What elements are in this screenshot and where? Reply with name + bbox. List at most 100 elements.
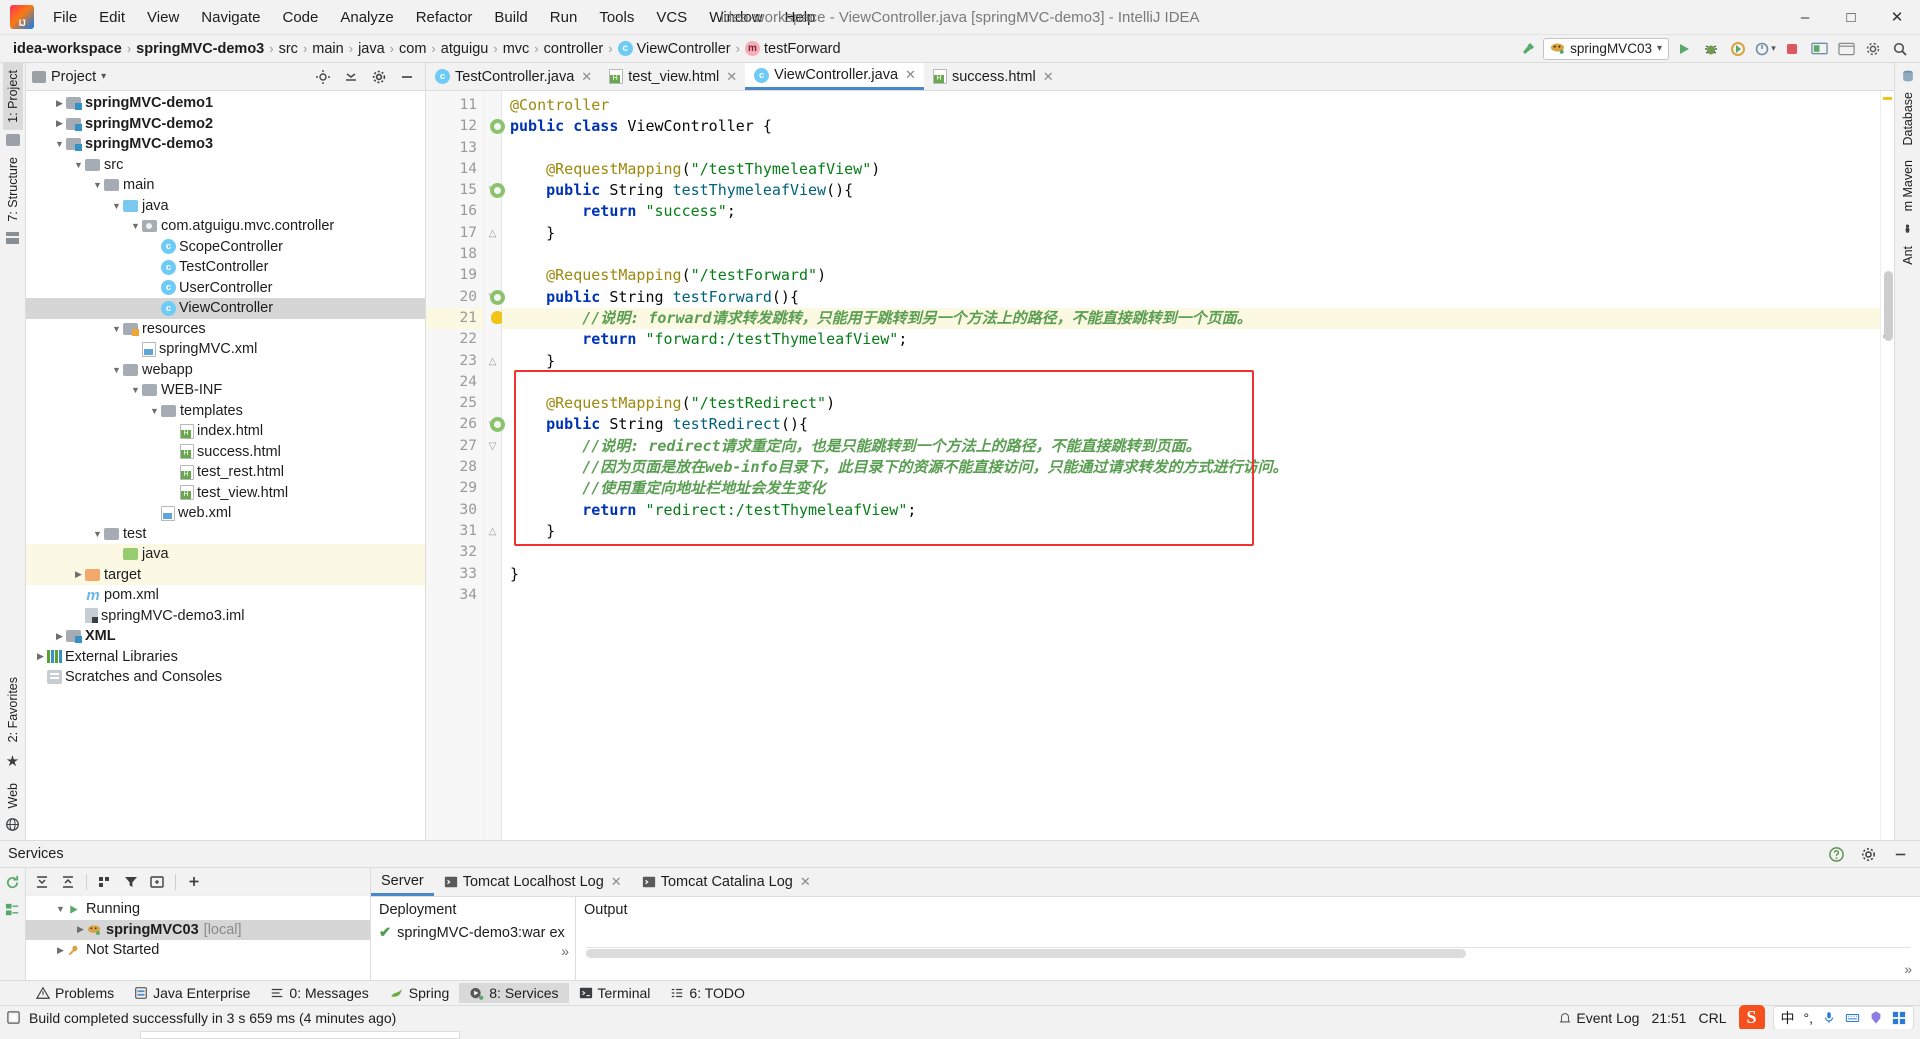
chevron-right-icon[interactable]: ▶ (34, 650, 47, 663)
ime-chinese-icon[interactable]: 中 (1781, 1008, 1795, 1028)
code-line[interactable] (502, 542, 1880, 563)
menu-window[interactable]: Window (698, 6, 773, 29)
code-line[interactable]: @RequestMapping("/testForward") (502, 265, 1880, 286)
breadcrumb-item-src[interactable]: src (276, 40, 301, 58)
breadcrumb-item-com[interactable]: com (396, 40, 429, 58)
output-scrollbar-track[interactable] (586, 947, 1910, 961)
tree-item[interactable]: ▶ springMVC-demo1 (26, 93, 425, 114)
breadcrumb-item-controller[interactable]: controller (541, 40, 607, 58)
tree-item[interactable]: ▼ test (26, 524, 425, 545)
tool-window-button[interactable]: 8: Services (459, 983, 569, 1003)
tree-item[interactable]: ▼ com.atguigu.mvc.controller (26, 216, 425, 237)
mic-icon[interactable] (1822, 1010, 1836, 1025)
tree-item[interactable]: ▼ templates (26, 401, 425, 422)
deployment-expand-chevron[interactable]: » (371, 943, 575, 959)
filter-icon[interactable] (123, 874, 139, 890)
menu-analyze[interactable]: Analyze (329, 6, 404, 29)
services-tree[interactable]: ▼ Running ▶ springMVC03 [local] ▶ Not Started (26, 896, 370, 980)
code-line[interactable]: return "redirect:/testThymeleafView"; (502, 500, 1880, 521)
settings-gear-icon[interactable] (1856, 843, 1880, 865)
minimize-button[interactable]: – (1782, 0, 1828, 34)
tree-item[interactable]: c ViewController (26, 298, 425, 319)
chevron-down-icon[interactable]: ▼ (148, 404, 161, 417)
chevron-right-icon[interactable]: ▶ (53, 630, 66, 643)
services-content-tab[interactable]: Tomcat Localhost Log ✕ (434, 868, 632, 896)
run-configuration-selector[interactable]: springMVC03 ▾ (1543, 37, 1669, 60)
editor-marker-strip[interactable] (1880, 91, 1894, 840)
project-panel-title[interactable]: Project ▾ (32, 69, 106, 85)
code-editor[interactable]: 11 12 13 14 15 16 17 18 19 20 21 22 23 24 25 26 27 28 29 30… (426, 91, 1894, 840)
tree-item[interactable]: springMVC-demo3.iml (26, 606, 425, 627)
menu-code[interactable]: Code (271, 6, 329, 29)
tree-item[interactable]: ▼ springMVC-demo3 (26, 134, 425, 155)
sogou-ime-icon[interactable]: S (1738, 1004, 1765, 1031)
code-line[interactable]: } (502, 521, 1880, 542)
code-line[interactable]: } (502, 564, 1880, 585)
profiler-button[interactable]: ▾ (1753, 38, 1777, 60)
chevron-down-icon[interactable]: ▼ (110, 363, 123, 376)
code-folding-gutter[interactable]: ▽△▽△▽▽△ (484, 91, 502, 840)
tree-item[interactable]: c ScopeController (26, 237, 425, 258)
code-line[interactable]: //说明: redirect请求重定向，也是只能跳转到一个方法上的路径，不能直接… (502, 436, 1880, 457)
code-line[interactable]: //使用重定向地址栏地址会发生变化 (502, 478, 1880, 499)
chevron-down-icon[interactable]: ▼ (91, 179, 104, 192)
fold-marker[interactable]: △ (484, 351, 501, 372)
sidebar-tab-project[interactable]: 1: Project (2, 63, 23, 130)
chevron-down-icon[interactable]: ▼ (72, 158, 85, 171)
code-line[interactable] (502, 585, 1880, 606)
breadcrumb-item-mvc[interactable]: mvc (500, 40, 533, 58)
code-line[interactable]: @RequestMapping("/testThymeleafView") (502, 159, 1880, 180)
project-tree[interactable]: ▶ springMVC-demo1 ▶ springMVC-demo2 ▼ springM… (26, 91, 425, 840)
tree-item[interactable]: ▼ WEB-INF (26, 380, 425, 401)
sidebar-tab-maven[interactable]: m Maven (1898, 153, 1918, 218)
editor-tab[interactable]: test_view.html ✕ (600, 63, 745, 90)
services-tree-item[interactable]: ▶ Not Started (26, 940, 370, 961)
close-tab-icon[interactable]: ✕ (581, 69, 592, 85)
chevron-right-icon[interactable]: ▶ (54, 944, 67, 957)
search-icon[interactable] (1888, 38, 1912, 60)
hide-panel-icon[interactable] (395, 66, 419, 88)
services-tree-item[interactable]: ▼ Running (26, 899, 370, 920)
breadcrumb-item-workspace[interactable]: idea-workspace (10, 40, 125, 58)
code-line[interactable]: return "success"; (502, 201, 1880, 222)
menu-file[interactable]: File (42, 6, 88, 29)
tree-item[interactable]: ▶ XML (26, 626, 425, 647)
deploy-icon[interactable] (4, 901, 21, 918)
close-tab-icon[interactable]: ✕ (1043, 69, 1054, 85)
tree-item[interactable]: success.html (26, 442, 425, 463)
collapse-all-icon[interactable] (339, 66, 363, 88)
show-in-new-window-icon[interactable] (149, 874, 165, 890)
chevron-down-icon[interactable]: ▼ (110, 199, 123, 212)
menu-vcs[interactable]: VCS (645, 6, 698, 29)
breadcrumb-item-module[interactable]: springMVC-demo3 (133, 40, 267, 58)
deployment-row[interactable]: ✔ springMVC-demo3:war ex (371, 923, 575, 943)
tree-item[interactable]: ▼ resources (26, 319, 425, 340)
tree-item[interactable]: ▼ webapp (26, 360, 425, 381)
menu-tools[interactable]: Tools (588, 6, 645, 29)
menu-help[interactable]: Help (774, 6, 827, 29)
menu-navigate[interactable]: Navigate (190, 6, 271, 29)
breadcrumb-item-atguigu[interactable]: atguigu (438, 40, 492, 58)
taskbar-window-stub[interactable] (140, 1031, 460, 1039)
debug-button[interactable] (1699, 38, 1723, 60)
code-line[interactable]: //说明: forward请求转发跳转，只能用于跳转到另一个方法上的路径，不能直… (502, 307, 1880, 330)
code-line[interactable]: } (502, 351, 1880, 372)
sidebar-tab-ant[interactable]: Ant (1898, 239, 1918, 272)
build-hammer-icon[interactable] (1516, 38, 1540, 60)
menu-run[interactable]: Run (539, 6, 589, 29)
settings-gear-icon[interactable] (1861, 38, 1885, 60)
menu-edit[interactable]: Edit (88, 6, 136, 29)
editor-tab[interactable]: success.html ✕ (924, 63, 1062, 90)
breadcrumb-item-class[interactable]: c ViewController (615, 40, 734, 58)
maximize-button[interactable]: □ (1828, 0, 1874, 34)
run-with-coverage-button[interactable] (1726, 38, 1750, 60)
tree-item[interactable]: m pom.xml (26, 585, 425, 606)
open-browser-icon[interactable] (1834, 38, 1858, 60)
fold-marker[interactable]: △ (484, 223, 501, 244)
code-line[interactable]: public String testForward(){ (502, 287, 1880, 308)
apps-icon[interactable] (1892, 1011, 1906, 1025)
chevron-right-icon[interactable]: ▶ (53, 117, 66, 130)
close-tab-icon[interactable]: ✕ (726, 69, 737, 85)
editor-tab[interactable]: c ViewController.java ✕ (745, 63, 924, 90)
menu-view[interactable]: View (136, 6, 190, 29)
